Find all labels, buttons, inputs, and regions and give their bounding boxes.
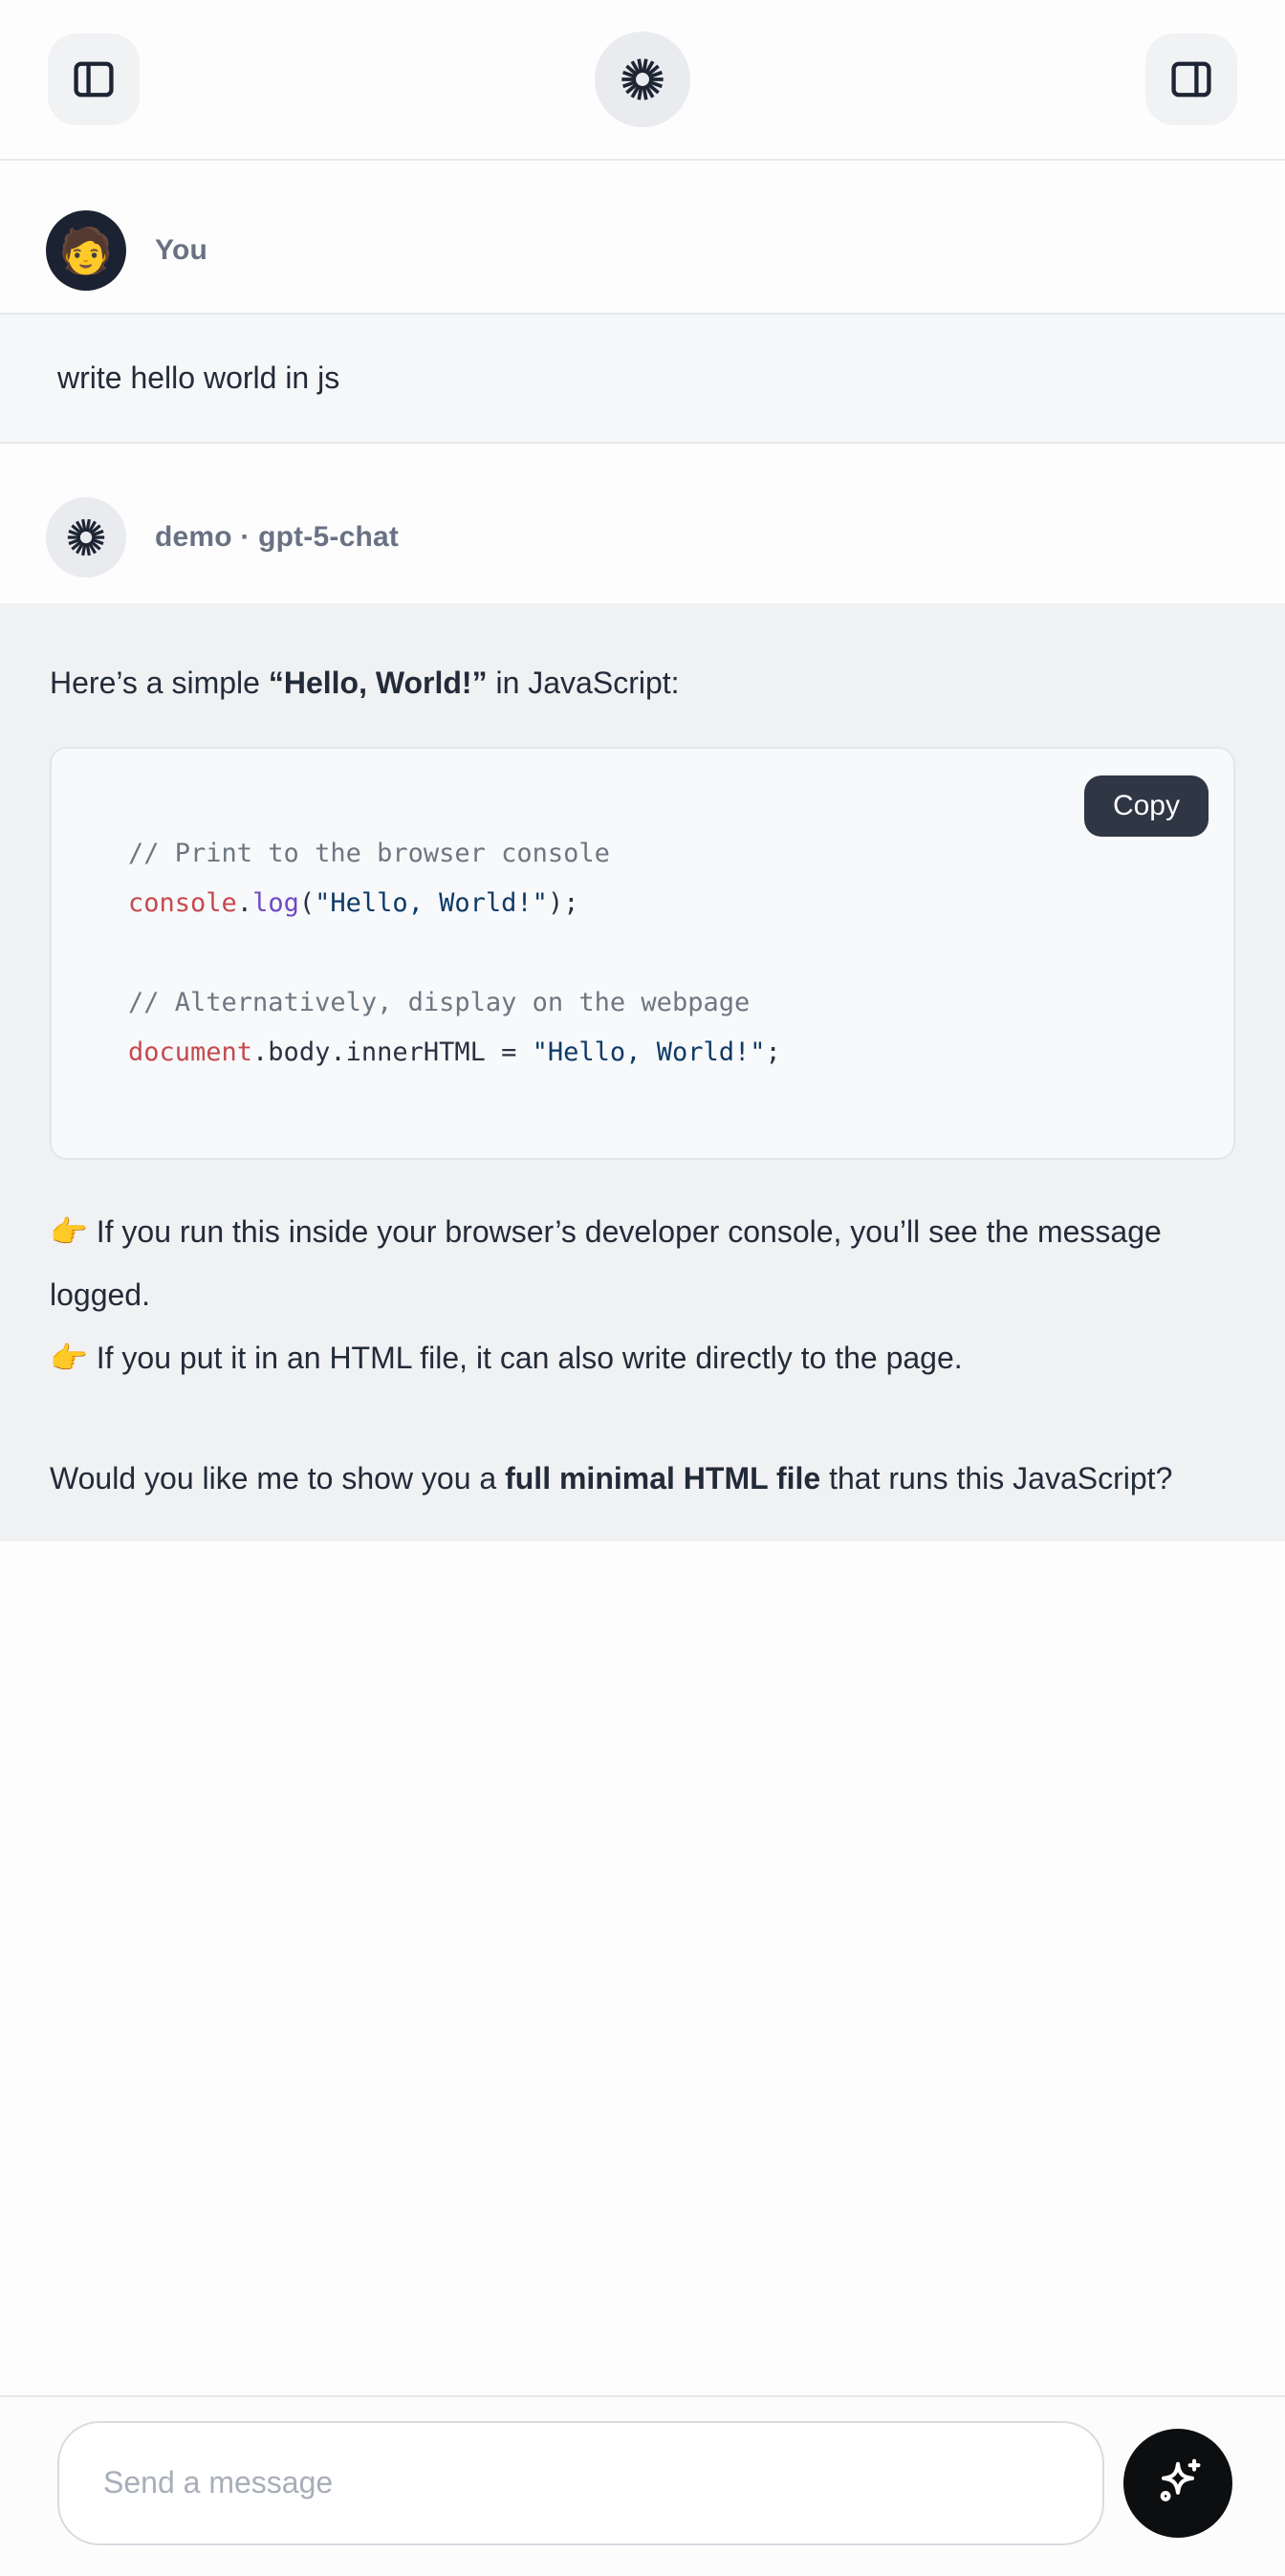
message-composer xyxy=(0,2395,1285,2576)
closing-pre: Would you like me to show you a xyxy=(50,1461,505,1495)
message-input[interactable] xyxy=(57,2421,1104,2545)
copy-code-button[interactable]: Copy xyxy=(1084,775,1209,837)
intro-post: in JavaScript: xyxy=(488,666,680,700)
closing-bold: full minimal HTML file xyxy=(505,1461,820,1495)
starburst-avatar-icon xyxy=(64,515,108,559)
tip-line-2: 👉 If you put it in an HTML file, it can … xyxy=(50,1326,1235,1389)
sparkle-icon xyxy=(1148,2454,1208,2513)
right-panel-toggle-button[interactable] xyxy=(1145,33,1237,125)
code-block: Copy // Print to the browser consolecons… xyxy=(50,747,1235,1160)
user-message-text: write hello world in js xyxy=(57,360,339,396)
starburst-logo-icon xyxy=(618,55,667,104)
person-emoji-icon: 🧑 xyxy=(58,229,113,273)
intro-paragraph: Here’s a simple “Hello, World!” in JavaS… xyxy=(50,651,1235,714)
user-message-bubble: write hello world in js xyxy=(0,313,1285,444)
user-avatar: 🧑 xyxy=(46,210,126,291)
sidebar-right-icon xyxy=(1166,55,1216,104)
assistant-message-body: Here’s a simple “Hello, World!” in JavaS… xyxy=(0,603,1285,1541)
intro-bold: “Hello, World!” xyxy=(269,666,488,700)
assistant-sender-name: demo · gpt-5-chat xyxy=(155,521,399,554)
send-button[interactable] xyxy=(1123,2429,1232,2538)
closing-paragraph: Would you like me to show you a full min… xyxy=(50,1447,1235,1510)
app-logo xyxy=(595,32,690,127)
user-message-header: 🧑 You xyxy=(0,210,1285,291)
sidebar-toggle-button[interactable] xyxy=(48,33,140,125)
user-sender-name: You xyxy=(155,234,207,267)
code-content: // Print to the browser consoleconsole.l… xyxy=(128,829,1195,1078)
top-toolbar xyxy=(0,0,1285,161)
chat-thread: 🧑 You write hello world in js demo · gpt… xyxy=(0,161,1285,1541)
assistant-message-header: demo · gpt-5-chat xyxy=(0,497,1285,578)
sidebar-left-icon xyxy=(69,55,119,104)
tips-paragraph: 👉 If you run this inside your browser’s … xyxy=(50,1200,1235,1389)
tip-line-1: 👉 If you run this inside your browser’s … xyxy=(50,1200,1235,1326)
assistant-avatar xyxy=(46,497,126,578)
intro-pre: Here’s a simple xyxy=(50,666,269,700)
closing-post: that runs this JavaScript? xyxy=(820,1461,1172,1495)
